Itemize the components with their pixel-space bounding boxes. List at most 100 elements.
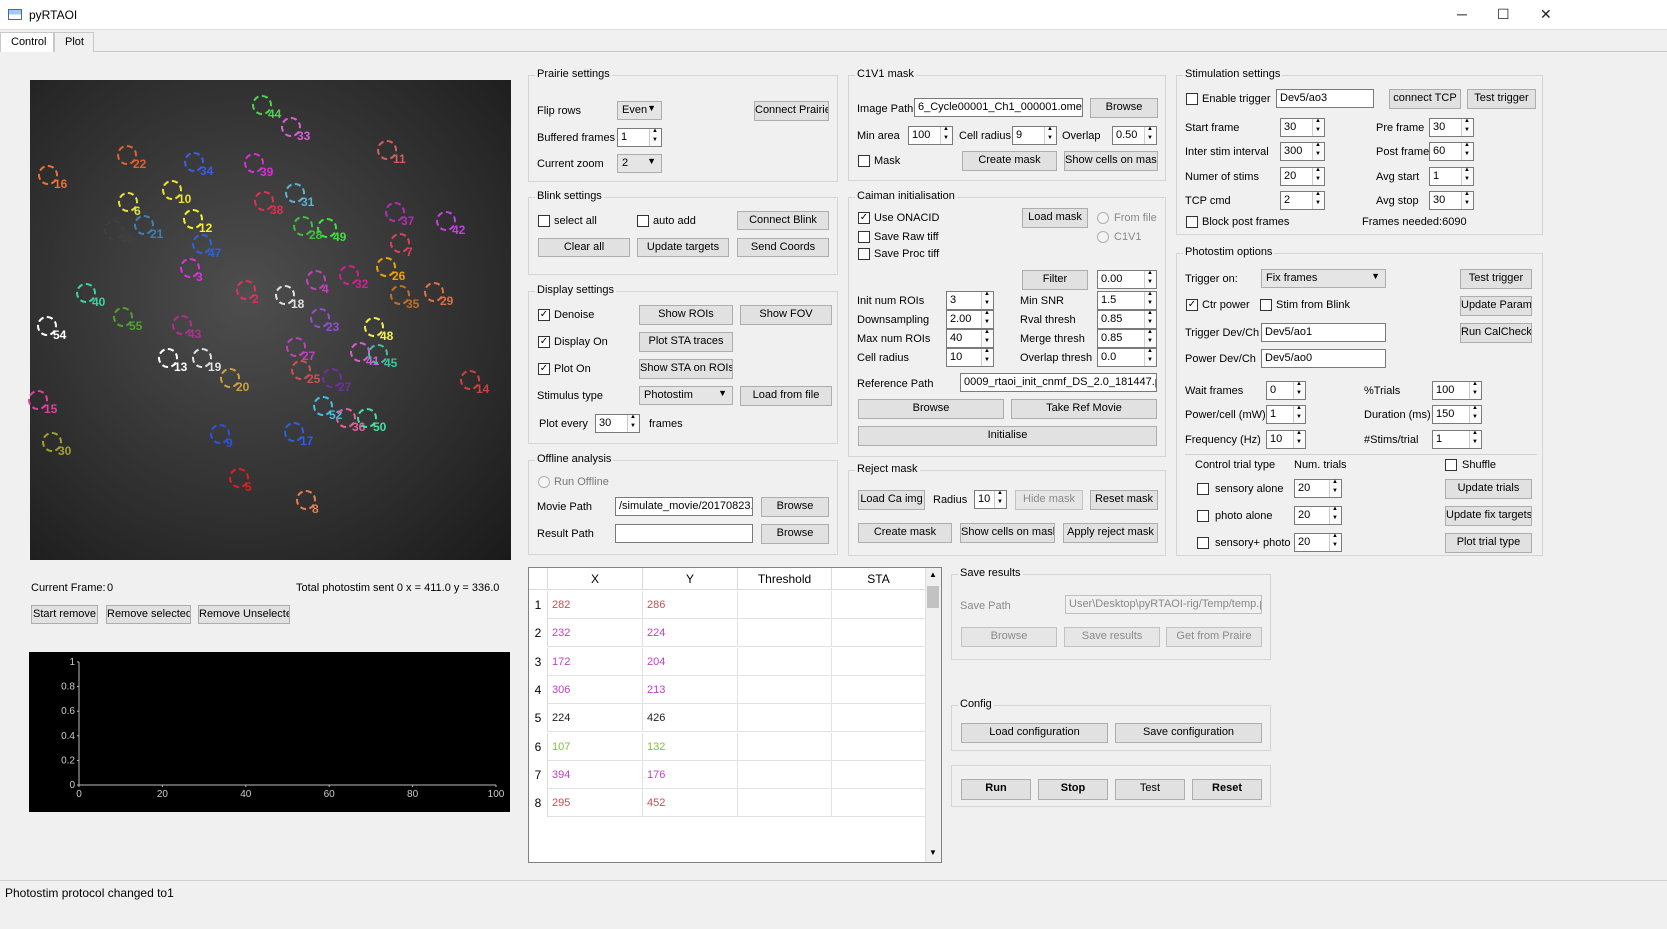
- avg-start-spin[interactable]: 1: [1429, 167, 1474, 186]
- pre-frame-spin[interactable]: 30: [1429, 118, 1474, 137]
- connect-blink-button[interactable]: Connect Blink: [737, 211, 829, 230]
- plot-trial-type-button[interactable]: Plot trial type: [1445, 533, 1532, 553]
- spin-arrows-icon[interactable]: [1293, 381, 1305, 399]
- reference-path-input[interactable]: 0009_rtaoi_init_cnmf_DS_2.0_181447.pkl: [960, 373, 1157, 392]
- cell-y[interactable]: 204: [643, 647, 738, 676]
- spin-arrows-icon[interactable]: [1293, 405, 1305, 423]
- num-stims-spin[interactable]: 20: [1280, 167, 1325, 186]
- cell-x[interactable]: 172: [548, 647, 643, 676]
- spin-arrows-icon[interactable]: [1469, 405, 1481, 423]
- cell-sta[interactable]: [832, 619, 926, 648]
- close-icon[interactable]: ✕: [1540, 6, 1552, 23]
- plot-on-checkbox[interactable]: ✓: [538, 363, 550, 375]
- buffered-frames-spin[interactable]: 1: [617, 128, 662, 147]
- spin-arrows-icon[interactable]: [994, 490, 1006, 508]
- cell-y[interactable]: 286: [643, 591, 738, 619]
- cell-y[interactable]: 426: [643, 704, 738, 733]
- run-button[interactable]: Run: [961, 779, 1031, 800]
- cell-y[interactable]: 213: [643, 675, 738, 704]
- spin-arrows-icon[interactable]: [1144, 291, 1156, 309]
- test-trigger-button[interactable]: Test trigger: [1460, 269, 1532, 289]
- save-browse-button[interactable]: Browse: [961, 627, 1057, 647]
- spin-arrows-icon[interactable]: [1329, 506, 1341, 524]
- from-file-radio[interactable]: [1097, 212, 1109, 224]
- spin-arrows-icon[interactable]: [627, 414, 639, 432]
- duration-spin[interactable]: 150: [1432, 405, 1482, 424]
- start-frame-spin[interactable]: 30: [1280, 118, 1325, 137]
- downsampling-spin[interactable]: 2.00: [946, 310, 994, 329]
- cell-sta[interactable]: [832, 704, 926, 733]
- row-header[interactable]: 8: [529, 789, 548, 818]
- cell-y[interactable]: 452: [643, 789, 738, 818]
- tcp-cmd-spin[interactable]: 2: [1280, 191, 1325, 210]
- sensory-alone-checkbox[interactable]: [1197, 483, 1209, 495]
- ca-image-view[interactable]: 44 33 22 34 39 11 16 6 10 31 37 42 46 21 12 38 28 49 47 7 3 2…: [28, 80, 511, 560]
- cell-sta[interactable]: [832, 591, 926, 619]
- spin-arrows-icon[interactable]: [981, 329, 993, 347]
- movie-path-input[interactable]: /simulate_movie/20170823.tif: [615, 497, 753, 516]
- photo-alone-spin[interactable]: 20: [1294, 506, 1342, 525]
- cell-threshold[interactable]: [738, 591, 832, 619]
- apply-reject-mask-button[interactable]: Apply reject mask: [1063, 523, 1158, 543]
- scroll-down-icon[interactable]: ▼: [929, 848, 937, 857]
- row-header[interactable]: 5: [529, 704, 548, 733]
- cell-threshold[interactable]: [738, 760, 832, 789]
- run-offline-radio[interactable]: [538, 476, 550, 488]
- show-rois-button[interactable]: Show ROIs: [639, 305, 733, 325]
- spin-arrows-icon[interactable]: [1469, 430, 1481, 448]
- plot-every-spin[interactable]: 30: [595, 414, 640, 433]
- update-targets-button[interactable]: Update targets: [637, 238, 729, 257]
- trigger-dev-input[interactable]: Dev5/ao1: [1261, 323, 1386, 342]
- column-header-y[interactable]: Y: [643, 568, 738, 590]
- reference-browse-button[interactable]: Browse: [858, 399, 1004, 419]
- save-results-button[interactable]: Save results: [1064, 627, 1160, 647]
- update-fix-targets-button[interactable]: Update fix targets: [1445, 506, 1532, 526]
- wait-frames-spin[interactable]: 0: [1266, 381, 1306, 400]
- spin-arrows-icon[interactable]: [1312, 142, 1324, 160]
- power-cell-spin[interactable]: 1: [1266, 405, 1306, 424]
- pct-trials-spin[interactable]: 100: [1432, 381, 1482, 400]
- movie-browse-button[interactable]: Browse: [761, 497, 829, 517]
- sensory-photo-spin[interactable]: 20: [1294, 533, 1342, 552]
- flip-rows-select[interactable]: Even ▼: [617, 101, 662, 120]
- column-header-sta[interactable]: STA: [832, 568, 926, 590]
- min-area-spin[interactable]: 100: [908, 126, 953, 145]
- reject-create-mask-button[interactable]: Create mask: [858, 523, 952, 543]
- spin-arrows-icon[interactable]: [981, 348, 993, 366]
- initialise-button[interactable]: Initialise: [858, 426, 1157, 446]
- remove-unselected-button[interactable]: Remove Unselectec: [198, 605, 290, 624]
- post-frame-spin[interactable]: 60: [1429, 142, 1474, 161]
- spin-arrows-icon[interactable]: [940, 126, 952, 144]
- row-header[interactable]: 4: [529, 675, 548, 704]
- spin-arrows-icon[interactable]: [1312, 118, 1324, 136]
- roi-table[interactable]: X Y Threshold STA 1 282 286 2 232 224 3 172 204 4…: [528, 567, 942, 863]
- select-all-checkbox[interactable]: [538, 215, 550, 227]
- cell-x[interactable]: 306: [548, 675, 643, 704]
- table-scrollbar[interactable]: ▲ ▼: [925, 568, 941, 862]
- save-raw-tiff-checkbox[interactable]: [858, 231, 870, 243]
- cell-sta[interactable]: [832, 789, 926, 818]
- save-proc-tiff-checkbox[interactable]: [858, 248, 870, 260]
- take-ref-movie-button[interactable]: Take Ref Movie: [1011, 399, 1157, 419]
- reject-show-cells-button[interactable]: Show cells on mask: [960, 523, 1055, 543]
- c1v1-radio[interactable]: [1097, 231, 1109, 243]
- cell-sta[interactable]: [832, 675, 926, 704]
- load-from-file-button[interactable]: Load from file: [740, 386, 832, 406]
- spin-arrows-icon[interactable]: [1461, 191, 1473, 209]
- overlap-thresh-spin[interactable]: 0.0: [1097, 348, 1157, 367]
- cell-x[interactable]: 282: [548, 591, 643, 619]
- load-mask-button[interactable]: Load mask: [1022, 208, 1088, 228]
- cell-x[interactable]: 224: [548, 704, 643, 733]
- photo-alone-checkbox[interactable]: [1197, 510, 1209, 522]
- tab-control[interactable]: Control: [0, 32, 54, 53]
- scroll-up-icon[interactable]: ▲: [929, 570, 937, 579]
- trigger-device-input[interactable]: Dev5/ao3: [1276, 89, 1374, 108]
- ctr-power-checkbox[interactable]: ✓: [1186, 299, 1198, 311]
- spin-arrows-icon[interactable]: [1144, 270, 1156, 288]
- cell-threshold[interactable]: [738, 732, 832, 761]
- maximize-icon[interactable]: ☐: [1497, 6, 1510, 23]
- stop-button[interactable]: Stop: [1038, 779, 1108, 800]
- filter-button[interactable]: Filter: [1022, 270, 1088, 290]
- radius-spin[interactable]: 10: [974, 490, 1007, 509]
- trigger-on-select[interactable]: Fix frames ▼: [1261, 269, 1386, 288]
